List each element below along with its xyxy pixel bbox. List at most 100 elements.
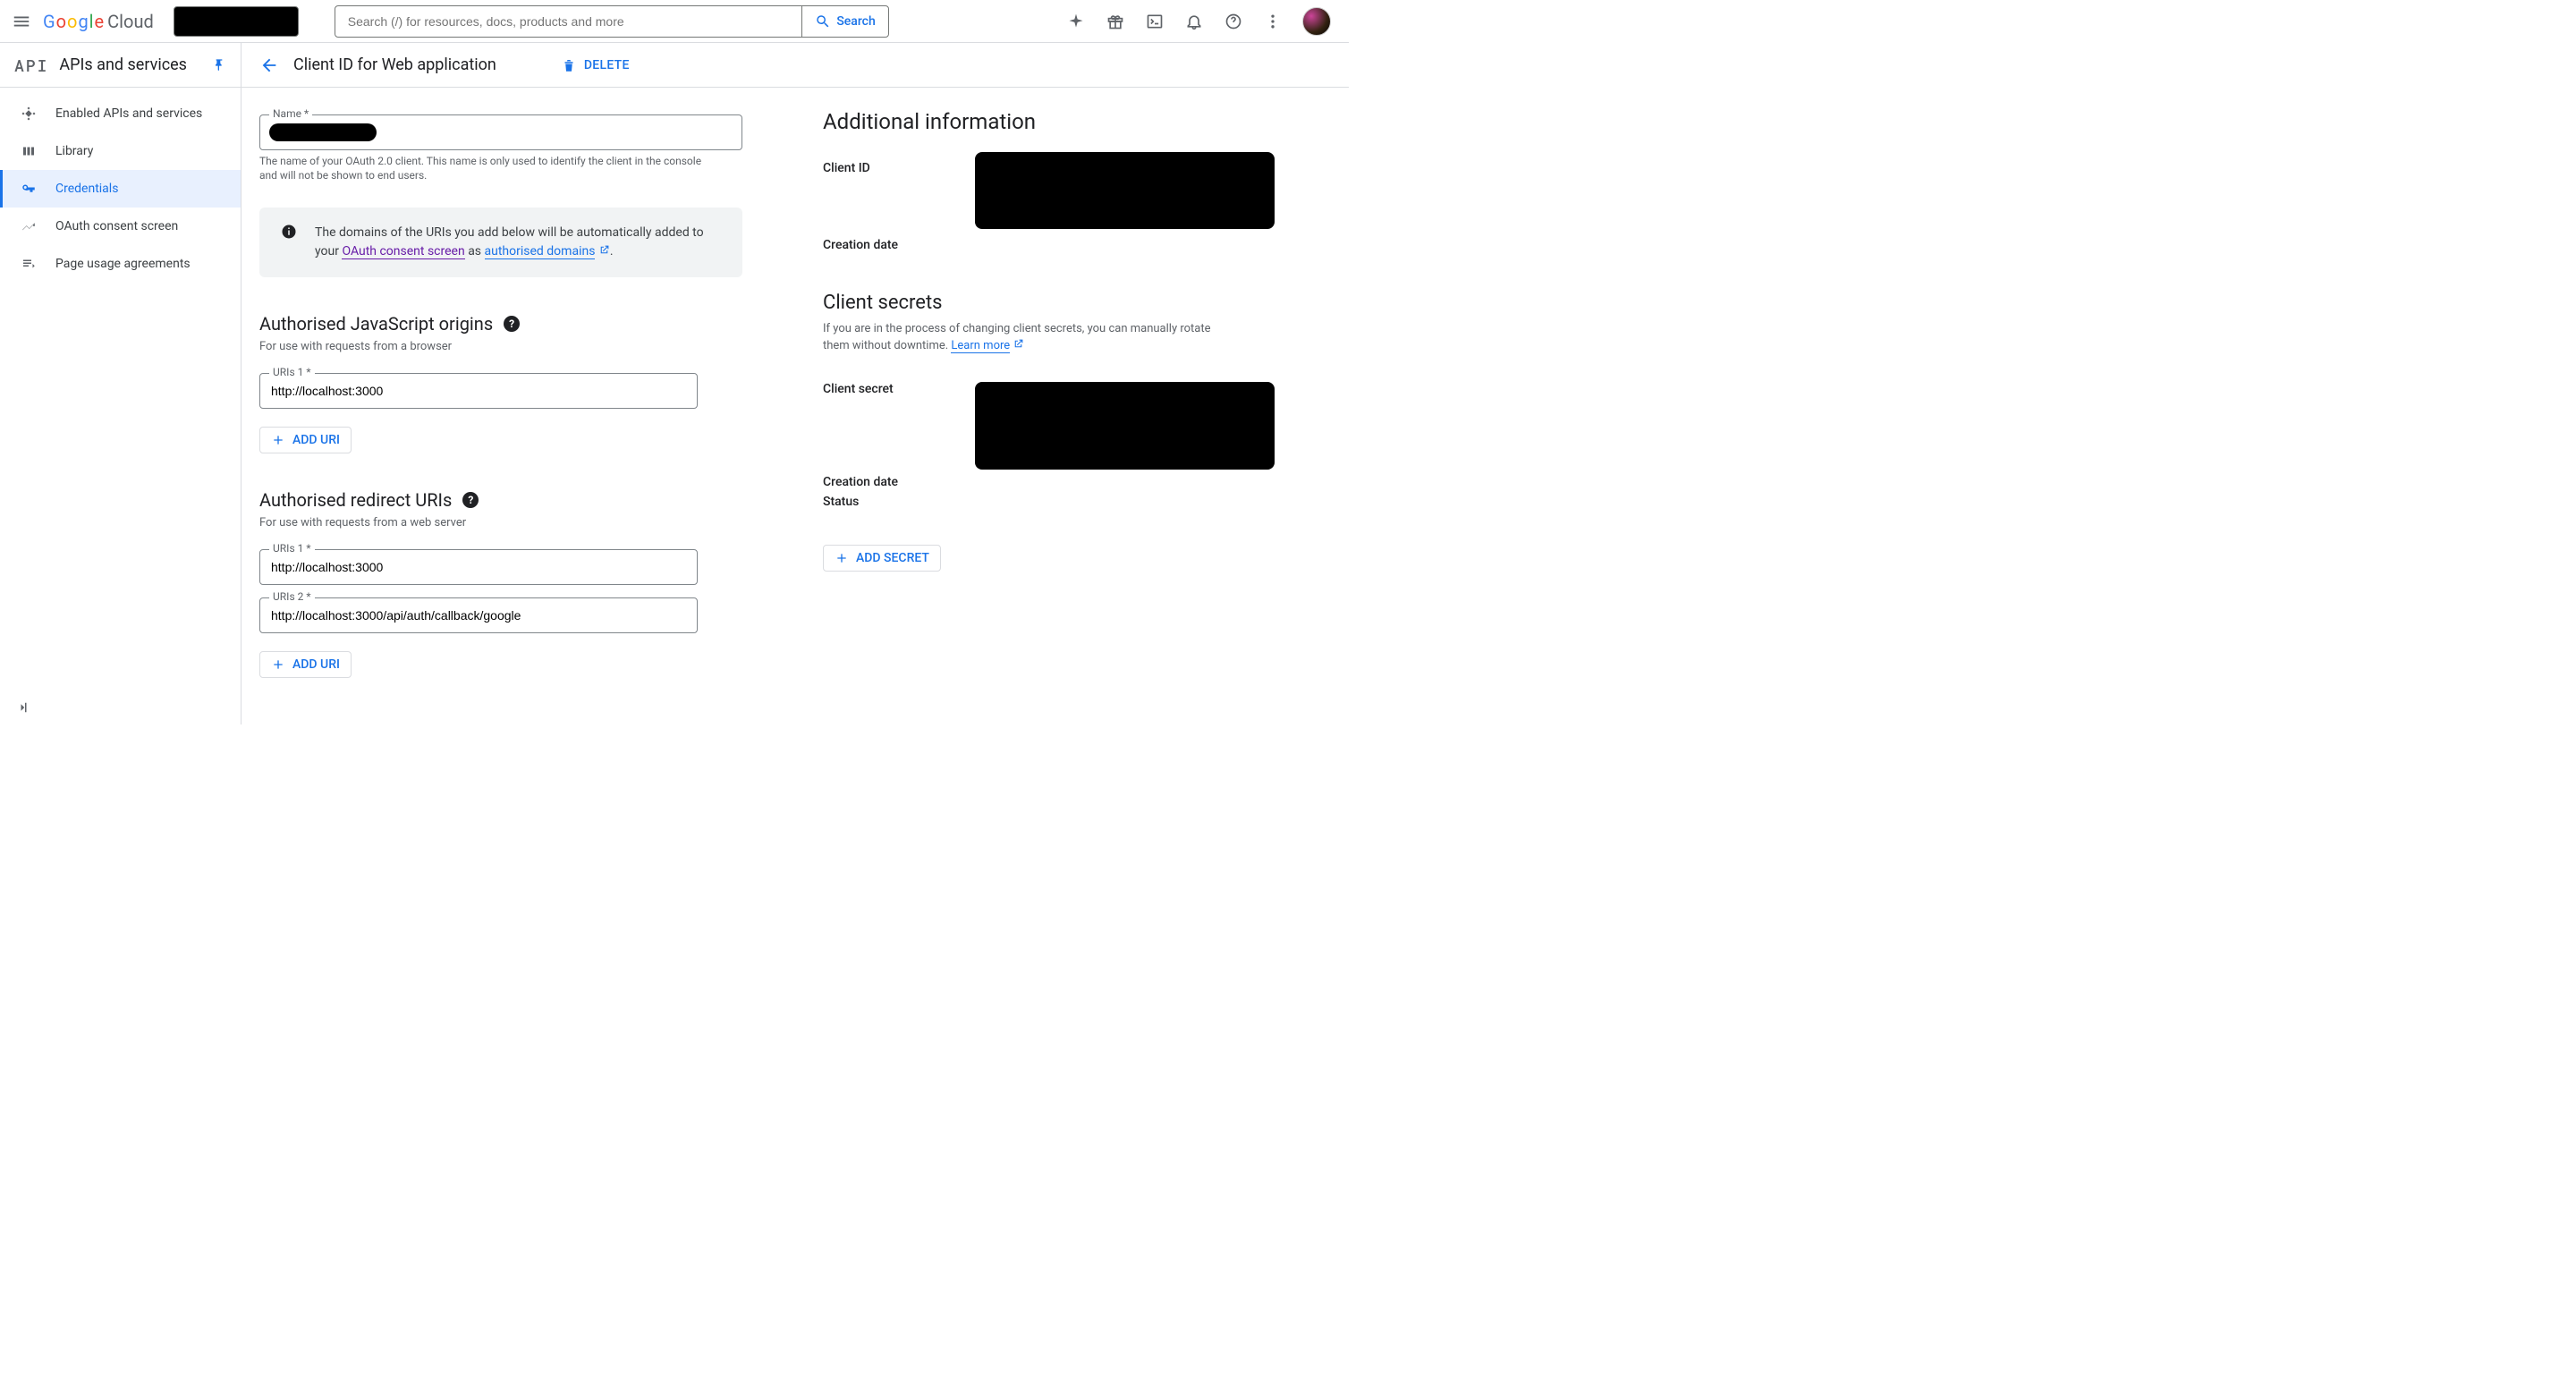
sidebar-item-label: Library	[55, 144, 93, 158]
agreement-icon	[20, 255, 38, 273]
delete-button[interactable]: DELETE	[561, 57, 630, 73]
client-id-value-redacted	[975, 152, 1275, 229]
client-id-row: Client ID	[823, 161, 1322, 229]
info-banner-text: The domains of the URIs you add below wi…	[315, 224, 721, 261]
add-secret-button[interactable]: ADD SECRET	[823, 545, 941, 572]
menu-icon[interactable]	[11, 11, 32, 32]
pin-icon[interactable]	[212, 58, 226, 72]
client-secret-value-redacted	[975, 382, 1275, 470]
sidebar-item-page-usage[interactable]: Page usage agreements	[0, 245, 241, 283]
sidebar-item-label: Enabled APIs and services	[55, 106, 202, 121]
creation-date2-row: Creation date	[823, 475, 1322, 489]
sidebar-item-label: Page usage agreements	[55, 257, 191, 271]
creation-date2-label: Creation date	[823, 475, 975, 489]
project-selector-redacted[interactable]	[174, 6, 299, 37]
gift-icon[interactable]	[1106, 12, 1125, 31]
nav: Enabled APIs and services Library Creden…	[0, 88, 241, 283]
js-origins-sub: For use with requests from a browser	[259, 340, 751, 353]
name-field-help: The name of your OAuth 2.0 client. This …	[259, 154, 716, 182]
avatar[interactable]	[1302, 7, 1331, 36]
logo-letter: G	[43, 11, 55, 32]
consent-icon	[20, 217, 38, 235]
name-field[interactable]: Name *	[259, 114, 742, 150]
sidebar-item-credentials[interactable]: Credentials	[0, 170, 241, 208]
client-secret-label: Client secret	[823, 382, 975, 396]
logo-cloud-word: Cloud	[107, 11, 154, 32]
add-uri-label: ADD URI	[292, 657, 340, 672]
gemini-icon[interactable]	[1066, 12, 1086, 31]
add-uri-label: ADD URI	[292, 433, 340, 447]
client-secrets-help: If you are in the process of changing cl…	[823, 321, 1234, 355]
back-icon[interactable]	[259, 55, 279, 75]
external-link-icon	[1013, 338, 1024, 350]
library-icon	[20, 142, 38, 160]
redirect-uris-heading: Authorised redirect URIs ?	[259, 489, 751, 511]
name-field-value-redacted	[269, 123, 377, 141]
redirect-uri-2[interactable]: URIs 2 *	[259, 597, 698, 633]
logo-letter: o	[56, 11, 66, 32]
redirect-uris-list: URIs 1 * URIs 2 *	[259, 549, 751, 633]
sidebar-item-oauth-consent[interactable]: OAuth consent screen	[0, 208, 241, 245]
search-button-label: Search	[836, 14, 875, 29]
form-column: Name * The name of your OAuth 2.0 client…	[242, 114, 751, 678]
google-cloud-logo[interactable]: G o o g l e Cloud	[43, 11, 154, 32]
cloud-shell-icon[interactable]	[1145, 12, 1165, 31]
uri-field-label: URIs 1 *	[269, 366, 315, 378]
uri-input[interactable]	[260, 598, 697, 632]
authorised-domains-link[interactable]: authorised domains	[485, 244, 596, 259]
sidebar-item-label: Credentials	[55, 182, 118, 196]
sidebar-item-enabled-apis[interactable]: Enabled APIs and services	[0, 95, 241, 132]
uri-field-label: URIs 1 *	[269, 542, 315, 555]
add-redirect-uri-button[interactable]: ADD URI	[259, 651, 352, 678]
notifications-icon[interactable]	[1184, 12, 1204, 31]
delete-button-label: DELETE	[584, 58, 630, 72]
collapse-sidebar-icon[interactable]	[14, 699, 30, 716]
js-origins-heading: Authorised JavaScript origins ?	[259, 313, 751, 335]
topbar-actions	[1066, 7, 1338, 36]
logo-letter: o	[67, 11, 77, 32]
info-banner: The domains of the URIs you add below wi…	[259, 208, 742, 277]
js-origins-list: URIs 1 *	[259, 373, 751, 409]
sidebar-title: APIs and services	[59, 55, 187, 74]
info-column: Additional information Client ID Creatio…	[751, 114, 1349, 678]
help-tooltip-icon[interactable]: ?	[462, 492, 479, 508]
search-box[interactable]: Search	[335, 5, 889, 38]
main: Client ID for Web application DELETE Nam…	[242, 43, 1349, 724]
uri-input[interactable]	[260, 550, 697, 584]
logo-letter: g	[78, 11, 88, 32]
search-input[interactable]	[335, 6, 802, 37]
status-row: Status	[823, 495, 1322, 509]
external-link-icon	[598, 244, 610, 256]
status-label: Status	[823, 495, 975, 509]
search-button[interactable]: Search	[801, 6, 887, 37]
oauth-consent-link[interactable]: OAuth consent screen	[342, 244, 464, 259]
redirect-uris-sub: For use with requests from a web server	[259, 516, 751, 530]
key-icon	[20, 180, 38, 198]
additional-info-heading: Additional information	[823, 109, 1322, 134]
learn-more-link[interactable]: Learn more	[951, 339, 1010, 353]
redirect-uri-1[interactable]: URIs 1 *	[259, 549, 698, 585]
main-header: Client ID for Web application DELETE	[242, 43, 1349, 88]
client-id-label: Client ID	[823, 161, 975, 175]
enabled-apis-icon	[20, 105, 38, 123]
help-icon[interactable]	[1224, 12, 1243, 31]
add-secret-label: ADD SECRET	[856, 551, 929, 565]
sidebar-header: API APIs and services	[0, 43, 241, 88]
js-origin-uri-1[interactable]: URIs 1 *	[259, 373, 698, 409]
logo-letter: e	[95, 11, 105, 32]
api-icon: API	[14, 55, 48, 76]
page-title: Client ID for Web application	[293, 55, 496, 74]
logo-letter: l	[89, 11, 94, 32]
creation-date-row: Creation date	[823, 238, 1322, 252]
topbar: G o o g l e Cloud Search	[0, 0, 1349, 43]
uri-field-label: URIs 2 *	[269, 590, 315, 603]
add-js-uri-button[interactable]: ADD URI	[259, 427, 352, 453]
info-icon	[281, 224, 297, 261]
creation-date-label: Creation date	[823, 238, 975, 252]
more-icon[interactable]	[1263, 12, 1283, 31]
sidebar-item-library[interactable]: Library	[0, 132, 241, 170]
help-tooltip-icon[interactable]: ?	[504, 316, 520, 332]
client-secrets-heading: Client secrets	[823, 292, 1322, 314]
sidebar: API APIs and services Enabled APIs and s…	[0, 43, 242, 724]
uri-input[interactable]	[260, 374, 697, 408]
